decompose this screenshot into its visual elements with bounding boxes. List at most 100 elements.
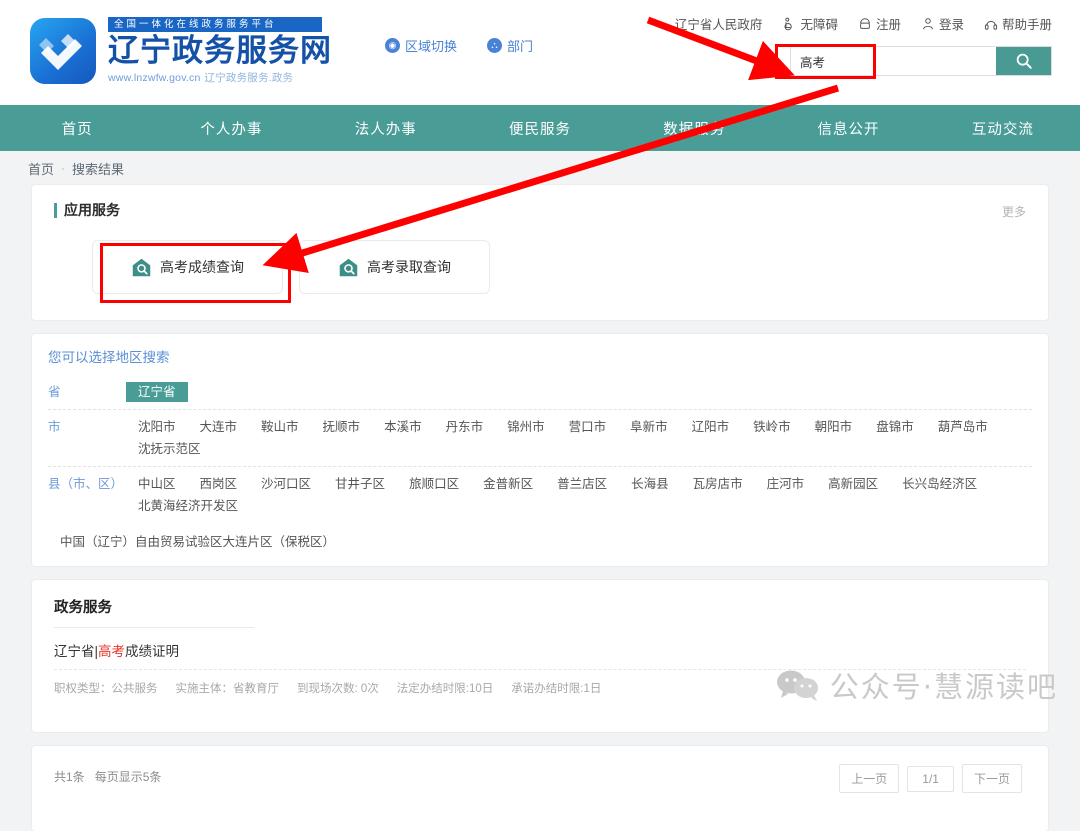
region-item[interactable]: 旅顺口区	[397, 474, 471, 494]
region-item-free-trade-zone[interactable]: 中国（辽宁）自由贸易试验区大连片区（保税区）	[48, 523, 1032, 552]
results-section-title: 政务服务	[54, 596, 254, 628]
logo-url-line: www.lnzwfw.gov.cn 辽宁政务服务.政务	[108, 70, 332, 85]
region-row-items: 沈阳市 大连市 鞍山市 抚顺市 本溪市 丹东市 锦州市 营口市 阜新市 辽阳市 …	[126, 417, 1032, 459]
region-item[interactable]: 大连市	[188, 417, 250, 437]
prev-page-button[interactable]: 上一页	[839, 764, 899, 793]
region-switch-link[interactable]: ◉ 区域切换	[385, 36, 457, 55]
region-item[interactable]: 沈抚示范区	[126, 439, 213, 459]
nav-item-data[interactable]: 数据服务	[617, 118, 771, 139]
region-item[interactable]: 葫芦岛市	[926, 417, 1000, 437]
region-item[interactable]: 瓦房店市	[681, 474, 755, 494]
nav-item-legal[interactable]: 法人办事	[309, 118, 463, 139]
site-logo[interactable]: 全国一体化在线政务服务平台 辽宁政务服务网 www.lnzwfw.gov.cn 辽…	[30, 17, 332, 85]
breadcrumb: 首页 · 搜索结果	[0, 151, 1080, 185]
region-item[interactable]: 沙河口区	[249, 474, 323, 494]
login-label: 登录	[939, 14, 964, 33]
result-item-title[interactable]: 辽宁省|高考成绩证明	[54, 640, 1026, 660]
meta-onsite-visits: 到现场次数: 0次	[297, 680, 379, 696]
region-item[interactable]: 辽阳市	[680, 417, 742, 437]
region-item[interactable]: 高新园区	[816, 474, 890, 494]
per-page-label: 每页显示5条	[95, 770, 162, 784]
region-item[interactable]: 营口市	[557, 417, 619, 437]
region-item[interactable]: 西岗区	[188, 474, 250, 494]
region-row-county: 县（市、区） 中山区 西岗区 沙河口区 甘井子区 旅顺口区 金普新区 普兰店区 …	[48, 467, 1032, 523]
region-item[interactable]: 普兰店区	[545, 474, 619, 494]
search-icon	[1015, 52, 1033, 70]
service-item-label: 高考成绩查询	[160, 257, 244, 277]
login-link[interactable]: 登录	[921, 14, 964, 33]
logo-title: 辽宁政务服务网	[108, 34, 332, 68]
gov-portal-link[interactable]: 辽宁省人民政府	[675, 14, 763, 33]
region-item[interactable]: 阜新市	[618, 417, 680, 437]
region-item[interactable]: 朝阳市	[803, 417, 865, 437]
region-item[interactable]: 中山区	[126, 474, 188, 494]
app-services-list: 高考成绩查询 高考录取查询	[54, 240, 1026, 294]
user-icon	[921, 17, 935, 31]
header-top-nav: 辽宁省人民政府 无障碍 注册 登录	[675, 14, 1052, 33]
meta-statutory-limit: 法定办结时限:10日	[397, 680, 494, 696]
service-item-score-query[interactable]: 高考成绩查询	[92, 240, 283, 294]
result-item-meta: 职权类型：公共服务 实施主体：省教育厅 到现场次数: 0次 法定办结时限:10日…	[54, 669, 1026, 696]
help-manual-label: 帮助手册	[1002, 14, 1052, 33]
region-item[interactable]: 抚顺市	[311, 417, 373, 437]
nav-item-disclosure[interactable]: 信息公开	[771, 118, 925, 139]
search-button[interactable]	[996, 47, 1051, 75]
help-manual-link[interactable]: 帮助手册	[984, 14, 1052, 33]
total-count-label: 共1条	[54, 770, 85, 784]
region-filter-heading: 您可以选择地区搜索	[48, 346, 1032, 366]
region-item[interactable]: 金普新区	[471, 474, 545, 494]
house-search-icon	[338, 257, 359, 278]
region-item[interactable]: 盘锦市	[864, 417, 926, 437]
service-item-admission-query[interactable]: 高考录取查询	[299, 240, 490, 294]
region-item[interactable]: 铁岭市	[741, 417, 803, 437]
nav-item-home[interactable]: 首页	[0, 118, 154, 139]
nav-item-personal[interactable]: 个人办事	[154, 118, 308, 139]
register-icon	[858, 17, 872, 31]
app-services-more-link[interactable]: 更多	[1002, 203, 1026, 220]
breadcrumb-item-home[interactable]: 首页	[28, 159, 54, 178]
region-item[interactable]: 长海县	[619, 474, 681, 494]
region-item-liaoning[interactable]: 辽宁省	[126, 382, 188, 402]
site-search[interactable]	[790, 46, 1052, 76]
register-link[interactable]: 注册	[858, 14, 901, 33]
app-services-title: 应用服务	[54, 203, 1026, 218]
search-input[interactable]	[791, 47, 996, 75]
accessibility-label: 无障碍	[800, 14, 838, 33]
region-item[interactable]: 沈阳市	[126, 417, 188, 437]
region-item[interactable]: 北黄海经济开发区	[126, 496, 250, 516]
logo-url: www.lnzwfw.gov.cn	[108, 72, 201, 84]
region-item[interactable]: 本溪市	[372, 417, 434, 437]
region-row-items: 中山区 西岗区 沙河口区 甘井子区 旅顺口区 金普新区 普兰店区 长海县 瓦房店…	[126, 474, 1032, 516]
checkmark-logo-icon	[30, 18, 96, 84]
pagination-controls: 上一页 1/1 下一页	[839, 764, 1022, 793]
main-nav: 首页 个人办事 法人办事 便民服务 数据服务 信息公开 互动交流	[0, 105, 1080, 151]
results-spacer	[54, 696, 1026, 722]
main-content: 应用服务 更多 高考成绩查询 高考录取查询 您可以选	[0, 185, 1080, 831]
result-item: 辽宁省|高考成绩证明 职权类型：公共服务 实施主体：省教育厅 到现场次数: 0次…	[54, 628, 1026, 696]
nav-item-interaction[interactable]: 互动交流	[926, 118, 1080, 139]
page-indicator[interactable]: 1/1	[907, 766, 954, 792]
nav-item-convenience[interactable]: 便民服务	[463, 118, 617, 139]
meta-implementer: 实施主体：省教育厅	[176, 680, 280, 696]
region-item[interactable]: 甘井子区	[323, 474, 397, 494]
region-item[interactable]: 庄河市	[755, 474, 817, 494]
accessibility-link[interactable]: 无障碍	[782, 14, 838, 33]
department-label: 部门	[507, 36, 533, 55]
logo-domain-cn: 辽宁政务服务.政务	[205, 72, 294, 84]
region-item[interactable]: 锦州市	[495, 417, 557, 437]
region-switch-label: 区域切换	[405, 36, 457, 55]
gov-portal-label: 辽宁省人民政府	[675, 14, 763, 33]
region-item[interactable]: 丹东市	[434, 417, 496, 437]
pagination-card: 共1条 每页显示5条 上一页 1/1 下一页	[32, 746, 1048, 831]
logo-banner-text: 全国一体化在线政务服务平台	[108, 17, 322, 32]
org-tree-icon: ⛬	[487, 38, 502, 53]
department-link[interactable]: ⛬ 部门	[487, 36, 533, 55]
region-item[interactable]: 长兴岛经济区	[890, 474, 989, 494]
service-item-label: 高考录取查询	[367, 257, 451, 277]
region-filter-card: 您可以选择地区搜索 省 辽宁省 市 沈阳市 大连市 鞍山市 抚顺市 本溪市 丹东…	[32, 334, 1048, 566]
region-row-city: 市 沈阳市 大连市 鞍山市 抚顺市 本溪市 丹东市 锦州市 营口市 阜新市 辽阳…	[48, 410, 1032, 467]
register-label: 注册	[876, 14, 901, 33]
region-item[interactable]: 鞍山市	[249, 417, 311, 437]
next-page-button[interactable]: 下一页	[962, 764, 1022, 793]
site-header: 全国一体化在线政务服务平台 辽宁政务服务网 www.lnzwfw.gov.cn 辽…	[0, 0, 1080, 105]
